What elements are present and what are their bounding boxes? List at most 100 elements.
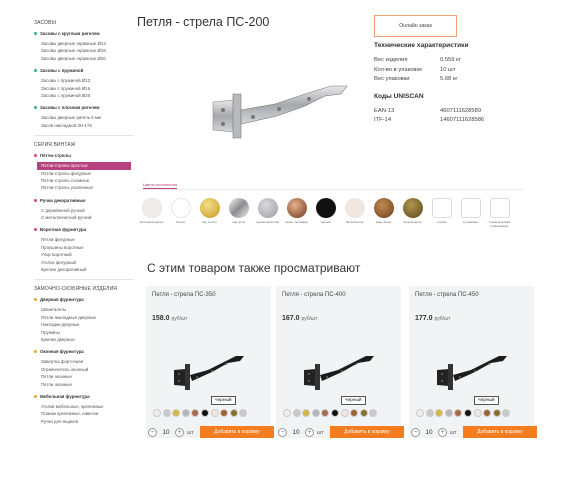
color-swatch[interactable]: бронза антик [400,198,425,229]
mini-swatch[interactable] [359,409,368,417]
mini-swatch[interactable] [153,409,161,417]
mini-swatch[interactable] [350,409,359,417]
sidebar-item[interactable]: Проушины воротные [34,244,134,251]
mini-swatch[interactable] [502,409,511,417]
sidebar-item[interactable]: Засовы дверные гаражные Ø20 [34,55,134,62]
plus-icon[interactable]: + [305,428,314,437]
sidebar-item[interactable]: Петли-стрелы съемные [34,177,134,184]
color-swatch[interactable]: чертеж [429,198,454,229]
color-swatch[interactable]: бело-жемчужное [139,198,164,229]
mini-swatch[interactable] [425,409,434,417]
mini-swatch[interactable] [229,409,238,417]
online-order-button[interactable]: Онлайн заказ [374,15,457,37]
color-swatch[interactable]: медь антик [371,198,396,229]
mini-swatch[interactable] [473,409,482,417]
mini-swatch[interactable] [239,409,248,417]
sidebar-group-title[interactable]: Оконная фурнитура [34,349,134,354]
sidebar-item[interactable]: Засовы дверные ригель 5 мм [34,114,134,121]
sidebar-item[interactable]: Шпингалеты [34,306,134,313]
sidebar-item[interactable]: С металлической ручкой [34,214,134,221]
sidebar-group-title[interactable]: Дверная фурнитура [34,297,134,302]
sidebar-group-title[interactable]: Засовы с пружиной [34,68,134,73]
sidebar-group-title[interactable]: Мебельная фурнитура [34,394,134,399]
plus-icon[interactable]: + [175,428,184,437]
card-title[interactable]: Петля - стрела ПС-450 [415,292,479,298]
sidebar-item[interactable]: Засов накладной ЗН-175 [34,122,134,129]
sidebar-item[interactable]: Крючки дверные [34,336,134,343]
quantity-value[interactable]: 10 [160,429,172,436]
sidebar-item[interactable]: Засовы с пружиной Ø13 [34,77,134,84]
sidebar-item[interactable]: Петли-стрелы усиленные [34,184,134,191]
sidebar-group-title[interactable]: Засовы с плоским ригелем [34,105,134,110]
mini-swatch[interactable] [416,409,424,417]
mini-swatch[interactable] [220,409,229,417]
sidebar-group-title[interactable]: Засовы с круглым ригелем [34,31,134,36]
sidebar-item[interactable]: Пружины [34,329,134,336]
mini-swatch[interactable] [435,409,444,417]
mini-swatch[interactable] [444,409,453,417]
mini-swatch[interactable] [483,409,492,417]
sidebar-item[interactable]: Крепеж декоративный [34,266,134,273]
sidebar-group-title[interactable]: Воротная фурнитура [34,227,134,232]
mini-swatch[interactable] [162,409,171,417]
sidebar-item[interactable]: Засовы с пружиной Ø20 [34,92,134,99]
mini-swatch[interactable] [292,409,301,417]
mini-swatch[interactable] [172,409,181,417]
color-swatch[interactable]: серый металлик [255,198,280,229]
sidebar-item[interactable]: Засовы дверные гаражные Ø16 [34,47,134,54]
color-swatch[interactable]: в упаковке [458,198,483,229]
mini-swatch[interactable] [200,409,209,417]
color-swatch[interactable]: белый [168,198,193,229]
sidebar-item[interactable]: Планки крепежные, навески [34,410,134,417]
mini-swatch[interactable] [181,409,190,417]
add-to-cart-button[interactable]: Добавить в корзину [463,426,537,438]
sidebar-item[interactable]: Петли-стрелы простые [37,162,131,170]
mini-swatch[interactable] [191,409,200,417]
mini-swatch[interactable] [330,409,339,417]
mini-swatch[interactable] [369,409,378,417]
sidebar-item[interactable]: Петли фигурные [34,236,134,243]
color-swatch[interactable]: черный [313,198,338,229]
sidebar-item[interactable]: Накладки дверные [34,321,134,328]
card-title[interactable]: Петля - стрела ПС-400 [282,292,346,298]
quantity-value[interactable]: 10 [290,429,302,436]
mini-swatch[interactable] [311,409,320,417]
color-swatch[interactable]: схема монтажа информация [487,198,512,229]
mini-swatch[interactable] [340,409,349,417]
add-to-cart-button[interactable]: Добавить в корзину [330,426,404,438]
color-swatch[interactable]: под золото [197,198,222,229]
sidebar-item[interactable]: Засовы дверные гаражные Ø13 [34,40,134,47]
sidebar-group-title[interactable]: Петли-стрелы [34,153,134,158]
sidebar-item[interactable]: Петли оконные [34,381,134,388]
mini-swatch[interactable] [210,409,219,417]
product-card[interactable]: Петля - стрела ПС-450 177.0 руб/шт черны… [409,286,537,438]
minus-icon[interactable]: − [278,428,287,437]
sidebar-item[interactable]: Уголки мебельные, крепежные [34,403,134,410]
sidebar-group-title[interactable]: Ручки декоративные [34,198,134,203]
product-card[interactable]: Петля - стрела ПС-350 158.0 руб/шт черны… [146,286,274,438]
minus-icon[interactable]: − [411,428,420,437]
color-swatch[interactable]: бронз. антиквар [284,198,309,229]
sidebar-item[interactable]: Ручки для ящиков [34,418,134,425]
minus-icon[interactable]: − [148,428,157,437]
sidebar-item[interactable]: Завертка форточная [34,358,134,365]
add-to-cart-button[interactable]: Добавить в корзину [200,426,274,438]
color-swatch[interactable]: белый антик [342,198,367,229]
plus-icon[interactable]: + [438,428,447,437]
sidebar-item[interactable]: Упор воротный [34,251,134,258]
sidebar-item[interactable]: Ограничитель оконный [34,366,134,373]
sidebar-item[interactable]: Петли накладные дверные [34,314,134,321]
mini-swatch[interactable] [492,409,501,417]
sidebar-item[interactable]: Засовы с пружиной Ø16 [34,85,134,92]
mini-swatch[interactable] [463,409,472,417]
mini-swatch[interactable] [454,409,463,417]
product-card[interactable]: Петля - стрела ПС-400 167.0 руб/шт черны… [276,286,404,438]
sidebar-item[interactable]: Петли-стрелы фигурные [34,170,134,177]
sidebar-item[interactable]: С деревянной ручкой [34,207,134,214]
mini-swatch[interactable] [302,409,311,417]
color-swatch[interactable]: под хром [226,198,251,229]
tab-colors[interactable]: Цвета исполнения [143,182,178,189]
sidebar-item[interactable]: Уголок фигурный [34,259,134,266]
mini-swatch[interactable] [321,409,330,417]
card-title[interactable]: Петля - стрела ПС-350 [152,292,216,298]
